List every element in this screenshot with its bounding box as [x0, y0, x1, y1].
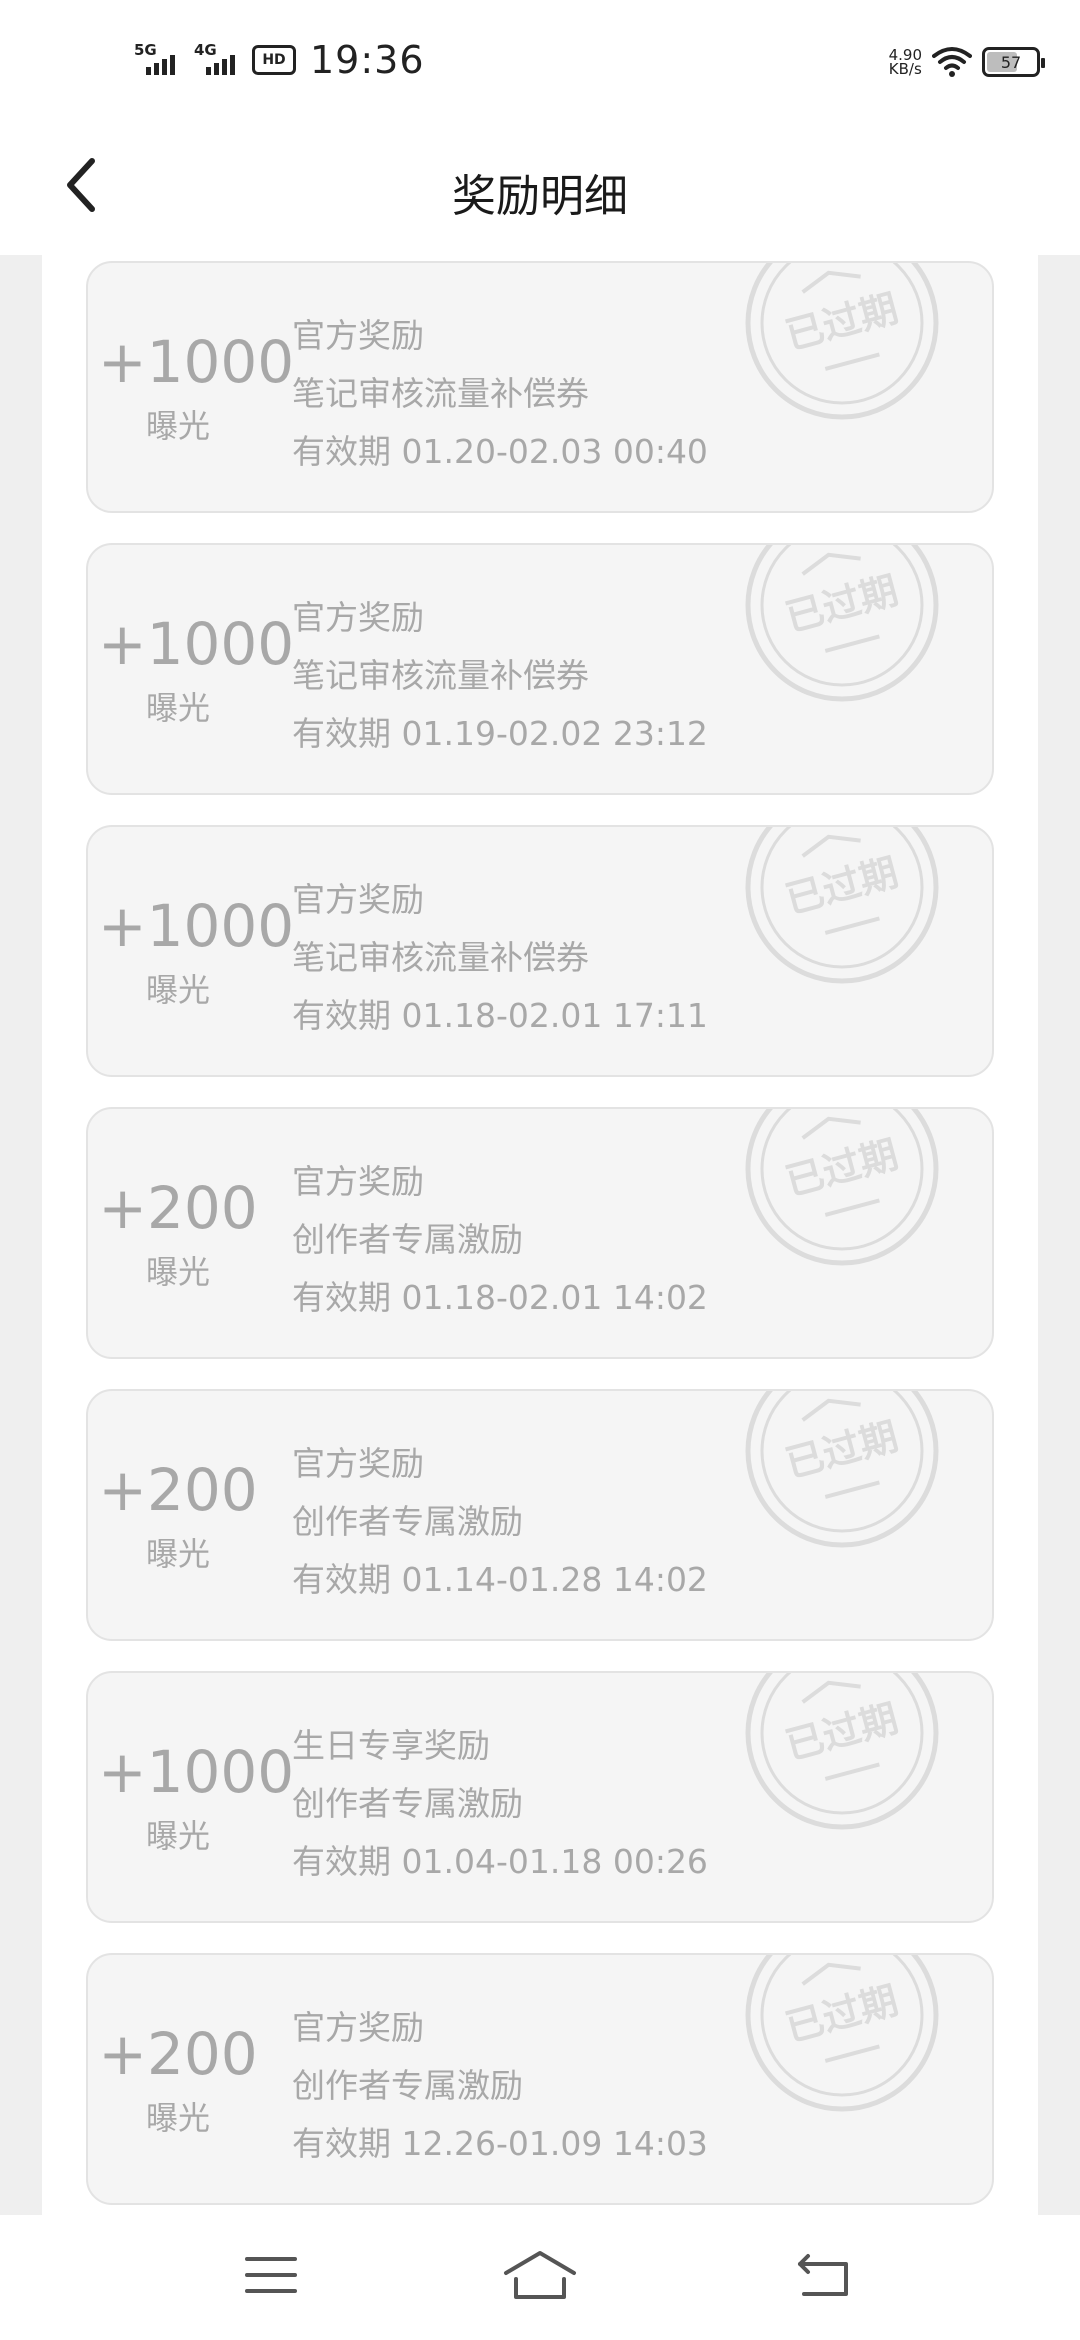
reward-list-area[interactable]: +1000 曝光 官方奖励 笔记审核流量补偿券 有效期 01.20-02.03 00:4… [0, 255, 1080, 2215]
reward-name: 笔记审核流量补偿券 [292, 656, 589, 695]
status-bar: 5G 4G HD 19:36 4.90 KB/s 57 [0, 0, 1080, 120]
expired-stamp-label: 已过期 [781, 286, 903, 358]
reward-amount: +1000 [98, 610, 295, 678]
expired-stamp-icon: 已过期 [745, 263, 939, 420]
sim2-signal-icon: 4G [192, 41, 244, 77]
expired-stamp-icon: 已过期 [745, 1109, 939, 1266]
reward-card[interactable]: +1000 曝光 官方奖励笔记审核流量补偿券有效期 01.20-02.03 00:4… [86, 261, 994, 513]
status-bar-right: 4.90 KB/s 57 [888, 40, 1045, 84]
navigation-bar [0, 2215, 1080, 2340]
reward-name: 创作者专属激励 [292, 1502, 523, 1541]
expired-stamp-label: 已过期 [781, 568, 903, 640]
expired-stamp-icon: 已过期 [745, 827, 939, 984]
left-margin [0, 255, 42, 2215]
reward-card[interactable]: +1000 曝光 官方奖励笔记审核流量补偿券有效期 01.18-02.01 17:1… [86, 825, 994, 1077]
reward-source: 官方奖励 [292, 1162, 424, 1201]
reward-unit: 曝光 [145, 971, 210, 1009]
reward-name: 创作者专属激励 [292, 1220, 523, 1259]
expired-stamp-label: 已过期 [781, 1696, 903, 1768]
status-time: 19:36 [310, 38, 425, 82]
reward-source: 生日专享奖励 [292, 1726, 490, 1765]
reward-unit: 曝光 [145, 1253, 210, 1291]
menu-button[interactable] [221, 2235, 321, 2315]
reward-unit: 曝光 [145, 1535, 210, 1573]
battery-icon: 57 [982, 47, 1045, 77]
reward-source: 官方奖励 [292, 2008, 424, 2047]
wifi-icon [932, 47, 972, 77]
return-button[interactable] [774, 2235, 874, 2315]
reward-name: 创作者专属激励 [292, 1784, 523, 1823]
expired-stamp-label: 已过期 [781, 850, 903, 922]
reward-validity: 有效期 01.20-02.03 00:40 [292, 432, 708, 471]
reward-card[interactable]: +1000 曝光 官方奖励笔记审核流量补偿券有效期 01.19-02.02 23:1… [86, 543, 994, 795]
sim1-signal-icon: 5G [132, 41, 184, 77]
reward-validity: 有效期 01.14-01.28 14:02 [292, 1560, 708, 1599]
expired-stamp-label: 已过期 [781, 1978, 903, 2050]
reward-source: 官方奖励 [292, 880, 424, 919]
reward-unit: 曝光 [145, 2099, 210, 2137]
reward-amount: +200 [98, 1456, 258, 1524]
right-margin [1038, 255, 1080, 2215]
expired-stamp-icon: 已过期 [745, 545, 939, 702]
return-icon [798, 2254, 848, 2296]
reward-validity: 有效期 01.04-01.18 00:26 [292, 1842, 708, 1881]
page-title: 奖励明细 [452, 171, 628, 222]
reward-amount: +1000 [98, 328, 295, 396]
reward-card[interactable]: +1000 曝光 生日专享奖励 创作者专属激励有效期 01.04-01.18 00:2… [86, 1671, 994, 1923]
home-button[interactable] [490, 2235, 590, 2315]
menu-icon [245, 2257, 297, 2293]
reward-amount: +1000 [98, 1738, 295, 1806]
reward-unit: 曝光 [145, 1817, 210, 1855]
status-bar-left: 5G 4G HD 19:36 [132, 36, 425, 84]
reward-amount: +200 [98, 1174, 258, 1242]
home-icon [504, 2251, 576, 2299]
expired-stamp-icon: 已过期 [745, 1955, 939, 2112]
network-speed-unit: KB/s [888, 60, 922, 78]
reward-validity: 有效期 01.19-02.02 23:12 [292, 714, 708, 753]
reward-name: 创作者专属激励 [292, 2066, 523, 2105]
reward-validity: 有效期 01.18-02.01 14:02 [292, 1278, 708, 1317]
reward-card[interactable]: +200 曝光 官方奖励创作者专属激励有效期 01.14-01.28 14:02 已过… [86, 1389, 994, 1641]
expired-stamp-icon: 已过期 [745, 1391, 939, 1548]
reward-source: 官方奖励 [292, 1444, 424, 1483]
reward-amount: +1000 [98, 892, 295, 960]
reward-source: 官方奖励 [292, 316, 424, 355]
reward-source: 官方奖励 [292, 598, 424, 637]
expired-stamp-label: 已过期 [781, 1132, 903, 1204]
expired-stamp-label: 已过期 [781, 1414, 903, 1486]
expired-stamp-icon: 已过期 [745, 1673, 939, 1830]
page-header: 奖励明细 [0, 120, 1080, 255]
reward-card[interactable]: +200 曝光 官方奖励创作者专属激励有效期 01.18-02.01 14:02 已过… [86, 1107, 994, 1359]
reward-unit: 曝光 [145, 407, 210, 445]
battery-level: 57 [1000, 52, 1022, 72]
reward-validity: 有效期 01.18-02.01 17:11 [292, 996, 708, 1035]
reward-card[interactable]: +200 曝光 官方奖励创作者专属激励有效期 12.26-01.09 14:03 已过… [86, 1953, 994, 2205]
reward-name: 笔记审核流量补偿券 [292, 938, 589, 977]
reward-amount: +200 [98, 2020, 258, 2088]
network-speed: 4.90 KB/s [888, 48, 922, 78]
reward-unit: 曝光 [145, 689, 210, 727]
reward-name: 笔记审核流量补偿券 [292, 374, 589, 413]
reward-validity: 有效期 12.26-01.09 14:03 [292, 2124, 708, 2163]
hd-voice-icon: HD [252, 45, 296, 75]
